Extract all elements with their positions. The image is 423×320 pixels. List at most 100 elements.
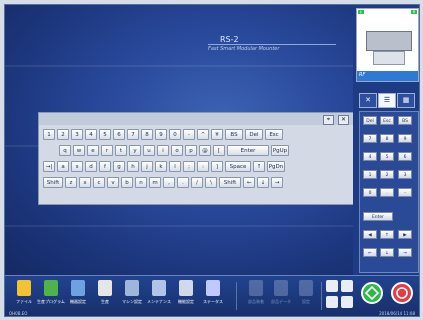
- key-1-10[interactable]: @: [199, 145, 211, 156]
- key-0-5[interactable]: 6: [113, 129, 125, 140]
- tab-list[interactable]: ☰: [378, 93, 396, 108]
- key-1-4[interactable]: t: [115, 145, 127, 156]
- numpad-key-21[interactable]: →: [398, 248, 412, 257]
- key-3-15[interactable]: →: [271, 177, 283, 188]
- key-1-11[interactable]: [: [213, 145, 225, 156]
- toolbar-item-0[interactable]: ファイル: [11, 278, 37, 310]
- key-3-5[interactable]: b: [121, 177, 133, 188]
- stop-button[interactable]: [391, 282, 413, 304]
- key-2-14[interactable]: ↑: [253, 161, 265, 172]
- key-1-6[interactable]: u: [143, 145, 155, 156]
- key-2-6[interactable]: h: [127, 161, 139, 172]
- pin-icon[interactable]: ⌖: [323, 115, 334, 125]
- key-1-1[interactable]: w: [73, 145, 85, 156]
- key-3-4[interactable]: v: [107, 177, 119, 188]
- numpad-key-13[interactable]: .: [380, 188, 394, 197]
- tab-tools[interactable]: ✕: [359, 93, 377, 108]
- key-2-0[interactable]: →|: [43, 161, 55, 172]
- numpad-key-0[interactable]: Del: [363, 116, 377, 125]
- key-3-0[interactable]: Shift: [43, 177, 63, 188]
- head-preview[interactable]: L R RF: [356, 8, 419, 82]
- numpad-key-12[interactable]: 0: [363, 188, 377, 197]
- numpad-key-15[interactable]: Enter: [363, 212, 393, 221]
- key-0-6[interactable]: 7: [127, 129, 139, 140]
- numpad-key-11[interactable]: 3: [398, 170, 412, 179]
- numpad-key-10[interactable]: 2: [380, 170, 394, 179]
- key-3-8[interactable]: ,: [163, 177, 175, 188]
- key-2-11[interactable]: :: [197, 161, 209, 172]
- toolbar-item-6[interactable]: 機能設定: [173, 278, 199, 310]
- key-3-13[interactable]: ←: [243, 177, 255, 188]
- key-1-8[interactable]: o: [171, 145, 183, 156]
- key-0-11[interactable]: ^: [197, 129, 209, 140]
- toolbar-item-2[interactable]: 機器設定: [65, 278, 91, 310]
- numpad-key-2[interactable]: BS: [398, 116, 412, 125]
- key-0-2[interactable]: 3: [71, 129, 83, 140]
- toolbar-item-5[interactable]: メンテナンス: [146, 278, 172, 310]
- key-1-12[interactable]: Enter: [227, 145, 269, 156]
- numpad-key-17[interactable]: ↑: [380, 230, 394, 239]
- label-icon[interactable]: [326, 280, 338, 292]
- numpad-key-7[interactable]: 5: [380, 152, 394, 161]
- key-2-8[interactable]: k: [155, 161, 167, 172]
- key-2-1[interactable]: a: [57, 161, 69, 172]
- key-0-0[interactable]: 1: [43, 129, 55, 140]
- key-0-12[interactable]: ¥: [211, 129, 223, 140]
- key-2-7[interactable]: j: [141, 161, 153, 172]
- key-0-1[interactable]: 2: [57, 129, 69, 140]
- key-3-14[interactable]: ↓: [257, 177, 269, 188]
- keyboard-title-bar[interactable]: ⌖ ✕: [39, 113, 355, 125]
- key-2-3[interactable]: d: [85, 161, 97, 172]
- key-3-2[interactable]: x: [79, 177, 91, 188]
- key-3-6[interactable]: n: [135, 177, 147, 188]
- toolbar-item-3[interactable]: 生産: [92, 278, 118, 310]
- start-button[interactable]: [361, 282, 383, 304]
- key-0-10[interactable]: -: [183, 129, 195, 140]
- numpad-key-6[interactable]: 4: [363, 152, 377, 161]
- key-0-3[interactable]: 4: [85, 129, 97, 140]
- numpad-key-9[interactable]: 1: [363, 170, 377, 179]
- key-3-9[interactable]: .: [177, 177, 189, 188]
- key-1-5[interactable]: y: [129, 145, 141, 156]
- numpad-key-18[interactable]: ▶: [398, 230, 412, 239]
- key-1-0[interactable]: q: [59, 145, 71, 156]
- key-2-15[interactable]: PgDn: [267, 161, 285, 172]
- key-2-10[interactable]: ;: [183, 161, 195, 172]
- key-1-7[interactable]: i: [157, 145, 169, 156]
- key-1-13[interactable]: PgUp: [271, 145, 289, 156]
- tab-keypad[interactable]: ▦: [397, 93, 415, 108]
- numpad-key-1[interactable]: Esc: [380, 116, 394, 125]
- key-0-7[interactable]: 8: [141, 129, 153, 140]
- numpad-key-20[interactable]: ↓: [380, 248, 394, 257]
- key-2-2[interactable]: s: [71, 161, 83, 172]
- numpad-key-19[interactable]: ←: [363, 248, 377, 257]
- numpad-key-16[interactable]: ◀: [363, 230, 377, 239]
- key-3-12[interactable]: Shift: [219, 177, 241, 188]
- pen-icon[interactable]: [326, 296, 338, 308]
- key-0-15[interactable]: Esc: [265, 129, 283, 140]
- key-3-11[interactable]: \: [205, 177, 217, 188]
- copy-icon[interactable]: [341, 296, 353, 308]
- key-0-4[interactable]: 5: [99, 129, 111, 140]
- toolbar-item-7[interactable]: ステータス: [200, 278, 226, 310]
- close-icon[interactable]: ✕: [338, 115, 349, 125]
- key-3-1[interactable]: z: [65, 177, 77, 188]
- key-3-3[interactable]: c: [93, 177, 105, 188]
- key-0-9[interactable]: 0: [169, 129, 181, 140]
- key-1-3[interactable]: r: [101, 145, 113, 156]
- numpad-key-8[interactable]: 6: [398, 152, 412, 161]
- key-2-12[interactable]: ]: [211, 161, 223, 172]
- key-3-10[interactable]: /: [191, 177, 203, 188]
- toolbar-item-4[interactable]: マシン設定: [119, 278, 145, 310]
- key-0-14[interactable]: Del: [245, 129, 263, 140]
- numpad-key-4[interactable]: 8: [380, 134, 394, 143]
- key-2-9[interactable]: l: [169, 161, 181, 172]
- key-2-5[interactable]: g: [113, 161, 125, 172]
- numpad-key-5[interactable]: 9: [398, 134, 412, 143]
- key-1-9[interactable]: p: [185, 145, 197, 156]
- key-0-8[interactable]: 9: [155, 129, 167, 140]
- key-2-13[interactable]: Space: [225, 161, 251, 172]
- tools-icon[interactable]: [341, 280, 353, 292]
- key-1-2[interactable]: e: [87, 145, 99, 156]
- toolbar-item-1[interactable]: 生産プログラム: [37, 278, 65, 310]
